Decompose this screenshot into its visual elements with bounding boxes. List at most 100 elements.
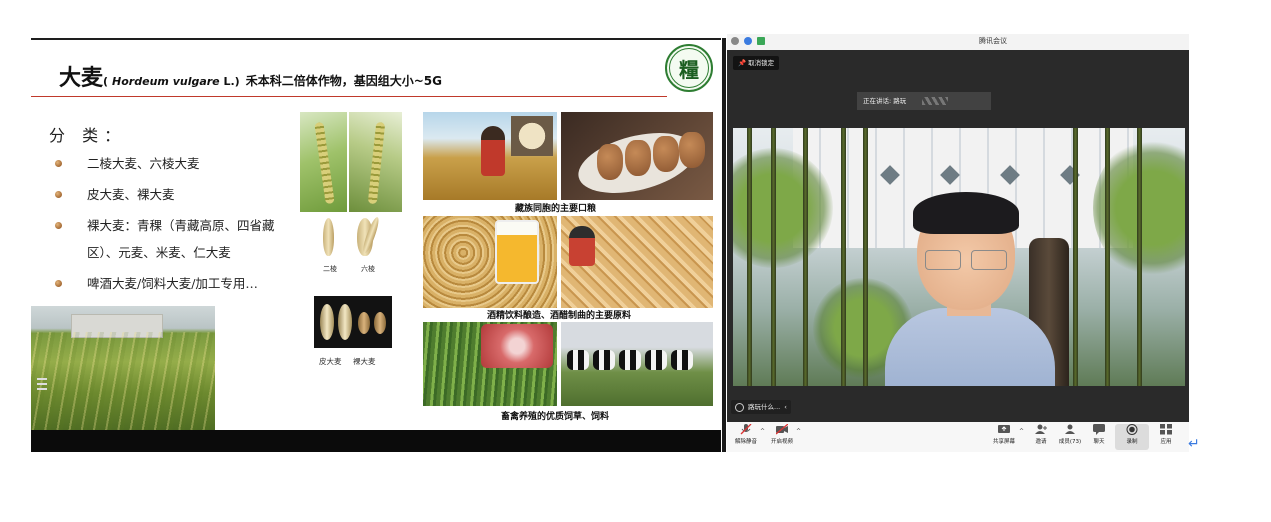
naked-grain xyxy=(374,312,386,334)
title-divider xyxy=(31,96,667,97)
meeting-window: 腾讯会议 📌 取消锁定 正在讲话: 路玩 路玩什么... ‹ 解除静音 ^ 开启… xyxy=(727,34,1189,452)
hulled-naked-grain-photo xyxy=(314,296,392,348)
hulled-grain xyxy=(320,304,334,340)
unmute-label: 解除静音 xyxy=(734,439,757,445)
bamboo-stalk xyxy=(803,128,808,386)
mic-status-icon xyxy=(735,402,744,412)
bamboo-stalk xyxy=(771,128,776,386)
slide-title-main: 大麦 xyxy=(59,65,104,91)
tsampa-food-photo xyxy=(561,112,713,200)
six-row-label: 六棱 xyxy=(361,265,375,273)
video-options-chevron-icon[interactable]: ^ xyxy=(796,428,801,435)
caption-brewing: 酒精饮料酿造、酒醋制曲的主要原料 xyxy=(487,311,632,321)
participant-name: 路玩什么... xyxy=(748,403,781,411)
malt-drying-photo xyxy=(561,216,713,308)
bullet-dot-icon xyxy=(55,222,62,229)
barley-ear-shape xyxy=(367,121,385,205)
unpin-button[interactable]: 📌 取消锁定 xyxy=(733,56,780,70)
shared-slide: 大麦(Hordeum vulgare L.) 禾本科二倍体作物，基因组大小~5G … xyxy=(31,38,721,452)
dairy-cows-photo xyxy=(561,322,713,406)
mic-muted-icon xyxy=(740,424,752,435)
members-icon xyxy=(1065,424,1075,434)
slide-bottom-bar xyxy=(31,430,721,452)
barley-ear-photo-2 xyxy=(349,112,402,212)
cake-shape xyxy=(625,140,651,176)
barley-field-photo xyxy=(31,306,215,430)
share-screen-button[interactable]: 共享屏幕 xyxy=(987,424,1021,450)
barley-beer-photo xyxy=(423,216,557,308)
start-video-label: 开启视频 xyxy=(770,439,793,445)
unpin-label: 取消锁定 xyxy=(748,59,775,67)
classification-header: 分 类： xyxy=(49,126,127,145)
record-icon xyxy=(1126,424,1138,435)
bullet-continuation: 区）、元麦、米麦、仁大麦 xyxy=(53,245,275,261)
cake-shape xyxy=(679,132,705,168)
record-button[interactable]: 录制 xyxy=(1115,424,1149,450)
two-row-seed xyxy=(323,218,334,256)
bamboo-stalk xyxy=(841,128,846,386)
barley-row-types-photo: 二棱 六棱 xyxy=(317,214,389,276)
beer-mug-shape xyxy=(495,220,539,284)
slide-top-border xyxy=(31,38,721,40)
bullet-text: 皮大麦、裸大麦 xyxy=(87,187,175,202)
university-logo: 糧 xyxy=(665,44,713,92)
hulled-barley-label: 皮大麦 xyxy=(319,357,342,366)
speaking-indicator: 正在讲话: 路玩 xyxy=(857,92,991,110)
participant-name-chip[interactable]: 路玩什么... ‹ xyxy=(731,400,791,414)
apps-grid-icon xyxy=(1160,424,1172,435)
bamboo-stalk xyxy=(863,128,868,386)
cow-shape xyxy=(593,350,615,370)
tsampa-bowl xyxy=(511,116,553,156)
camera-off-icon xyxy=(776,424,788,435)
cow-shape xyxy=(671,350,693,370)
two-row-label: 二棱 xyxy=(323,265,337,273)
meeting-titlebar: 腾讯会议 xyxy=(727,34,1189,50)
apps-label: 应用 xyxy=(1160,439,1172,445)
apps-button[interactable]: 应用 xyxy=(1149,424,1183,450)
slide-title-subtitle: 禾本科二倍体作物，基因组大小~5G xyxy=(245,74,442,88)
bullet-text: 区）、元麦、米麦、仁大麦 xyxy=(87,245,231,260)
slide-title-latin-tail: L.) xyxy=(219,75,240,88)
bullet-item: 皮大麦、裸大麦 xyxy=(53,187,275,203)
slide-menu-icon[interactable] xyxy=(37,378,47,394)
person-hair xyxy=(913,192,1019,234)
bullet-dot-icon xyxy=(55,280,62,287)
classification-list: 二棱大麦、六棱大麦 皮大麦、裸大麦 裸大麦：青稞（青藏高原、四省藏 区）、元麦、… xyxy=(53,156,275,307)
bamboo-stalk xyxy=(747,128,752,386)
speaking-label: 正在讲话: 路玩 xyxy=(863,97,907,105)
forage-grass-photo xyxy=(423,322,557,406)
bullet-text: 啤酒大麦/饲料大麦/加工专用… xyxy=(87,276,258,291)
chat-button[interactable]: 聊天 xyxy=(1082,424,1116,450)
meeting-window-title: 腾讯会议 xyxy=(979,37,1007,45)
worker-figure xyxy=(569,226,595,266)
audio-level-icon xyxy=(922,97,949,105)
cake-shape xyxy=(653,136,679,172)
caption-staple-food: 藏族同胞的主要口粮 xyxy=(515,204,597,214)
bullet-dot-icon xyxy=(55,191,62,198)
return-arrow-icon: ↵ xyxy=(1188,436,1200,452)
logo-char: 糧 xyxy=(669,48,709,88)
slide-title-latin: Hordeum vulgare xyxy=(112,75,220,88)
barley-ear-shape xyxy=(313,121,335,205)
tibetan-harvest-photo xyxy=(423,112,557,200)
invite-icon xyxy=(1035,424,1047,434)
bullet-item: 二棱大麦、六棱大麦 xyxy=(53,156,275,172)
farmer-figure xyxy=(481,126,505,176)
chat-icon xyxy=(1093,424,1105,435)
participant-video xyxy=(733,128,1185,386)
barley-ear-photo-1 xyxy=(300,112,347,212)
start-video-button[interactable]: 开启视频 xyxy=(765,424,799,450)
caption-feed: 畜禽养殖的优质饲草、饲料 xyxy=(501,412,610,422)
bullet-item: 啤酒大麦/饲料大麦/加工专用… xyxy=(53,276,275,292)
bullet-text: 裸大麦：青稞（青藏高原、四省藏 xyxy=(87,218,275,233)
share-screen-label: 共享屏幕 xyxy=(992,439,1015,445)
cow-shape xyxy=(619,350,641,370)
bullet-dot-icon xyxy=(55,160,62,167)
chevron-left-icon: ‹ xyxy=(784,403,787,411)
share-screen-icon xyxy=(998,425,1010,433)
glasses-shape xyxy=(925,250,1009,270)
unmute-button[interactable]: 解除静音 xyxy=(729,424,763,450)
bullet-item: 裸大麦：青稞（青藏高原、四省藏 xyxy=(53,218,275,234)
panel-divider[interactable] xyxy=(722,38,726,452)
slide-title-paren: ( xyxy=(103,75,109,88)
